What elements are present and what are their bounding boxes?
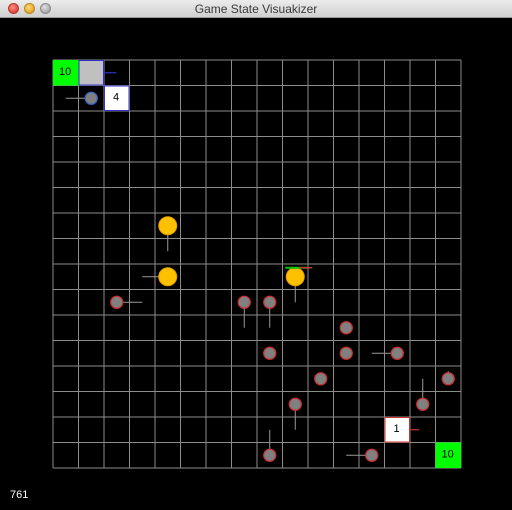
enemy-unit	[263, 295, 277, 309]
enemy-unit	[441, 372, 455, 386]
enemy-unit	[365, 448, 379, 462]
base-value-label: 10	[442, 448, 454, 460]
app-window: Game State Visuakizer 10 4 1 10 761	[0, 0, 512, 510]
enemy-unit	[263, 448, 277, 462]
enemy-unit	[390, 346, 404, 360]
coin-unit	[158, 267, 178, 287]
enemy-unit	[237, 295, 251, 309]
game-board: 10 4 1 10	[52, 59, 462, 469]
coin-unit	[158, 216, 178, 236]
coin-unit	[285, 267, 305, 287]
enemy-unit	[288, 397, 302, 411]
frame-counter: 761	[10, 489, 29, 501]
base-value-label: 10	[59, 66, 71, 78]
enemy-unit	[339, 321, 353, 335]
tower-value-label: 4	[113, 91, 119, 103]
board-grid	[52, 59, 462, 469]
tower-value-label: 1	[394, 423, 400, 435]
window-title: Game State Visuakizer	[194, 2, 318, 16]
enemy-unit	[84, 91, 98, 105]
enemy-unit	[314, 372, 328, 386]
title-bar[interactable]: Game State Visuakizer	[0, 0, 512, 18]
enemy-unit	[339, 346, 353, 360]
tower-square	[78, 60, 104, 86]
enemy-unit	[110, 295, 124, 309]
enemy-unit	[416, 397, 430, 411]
enemy-unit	[263, 346, 277, 360]
